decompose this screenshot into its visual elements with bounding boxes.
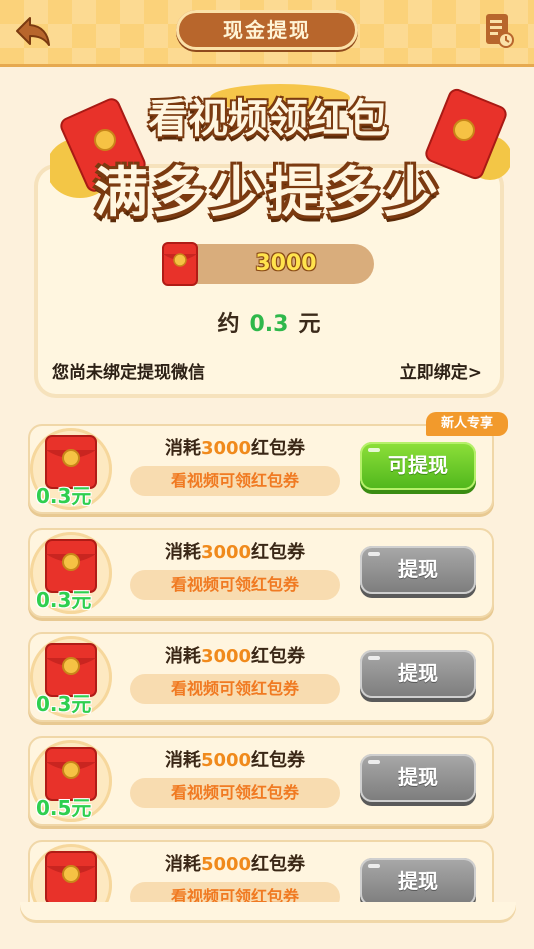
item-amount: 0.3元	[36, 588, 92, 612]
back-arrow-icon[interactable]	[14, 12, 52, 50]
withdraw-button[interactable]: 提现	[360, 650, 476, 698]
item-amount: 0.5元	[36, 796, 92, 820]
consume-suffix: 红包券	[251, 854, 306, 875]
bind-now-link[interactable]: 立即绑定>	[400, 358, 482, 383]
watch-video-hint[interactable]: 看视频可领红包券	[130, 778, 340, 808]
approx-cash: 约 0.3 元	[38, 306, 500, 338]
item-amount: 0.3元	[36, 692, 92, 716]
withdraw-button[interactable]: 可提现	[360, 442, 476, 490]
consume-number: 5000	[200, 750, 252, 771]
list-bottom-edge	[20, 902, 516, 920]
watch-video-hint[interactable]: 看视频可领红包券	[130, 882, 340, 904]
withdraw-item: 0.3元 消耗3000红包券 看视频可领红包券 可提现 新人专享	[28, 412, 508, 514]
withdraw-button-label: 提现	[398, 661, 438, 685]
consume-prefix: 消耗	[164, 542, 201, 563]
balance-bar: 3000	[162, 242, 374, 286]
new-user-tag: 新人专享	[426, 412, 508, 436]
withdraw-button[interactable]: 提现	[360, 546, 476, 594]
approx-prefix: 约	[217, 312, 240, 337]
red-envelope-icon	[162, 242, 198, 286]
watch-video-hint[interactable]: 看视频可领红包券	[130, 570, 340, 600]
item-consume: 消耗5000红包券	[130, 746, 340, 772]
item-consume: 消耗5000红包券	[130, 850, 340, 876]
consume-prefix: 消耗	[164, 750, 201, 771]
withdraw-item: 0.5元 消耗5000红包券 看视频可领红包券 提现	[28, 840, 494, 904]
item-amount: 0.3元	[36, 484, 92, 508]
banner-title-line1: 看视频领红包	[148, 96, 388, 142]
consume-number: 3000	[200, 438, 252, 459]
item-consume: 消耗3000红包券	[130, 538, 340, 564]
banner: 看视频领红包 满多少提多少	[20, 78, 516, 238]
coupon-balance: 3000	[255, 251, 317, 276]
approx-unit: 元	[298, 312, 321, 337]
item-consume: 消耗3000红包券	[130, 642, 340, 668]
consume-suffix: 红包券	[251, 646, 306, 667]
consume-prefix: 消耗	[164, 854, 201, 875]
page-title: 现金提现	[176, 10, 358, 50]
top-bar: 现金提现	[0, 0, 534, 67]
withdraw-item: 0.3元 消耗3000红包券 看视频可领红包券 提现	[28, 528, 494, 618]
consume-prefix: 消耗	[164, 438, 201, 459]
watch-video-hint[interactable]: 看视频可领红包券	[130, 466, 340, 496]
item-consume: 消耗3000红包券	[130, 434, 340, 460]
consume-number: 5000	[200, 854, 252, 875]
withdraw-list: 0.3元 消耗3000红包券 看视频可领红包券 可提现 新人专享 0.3元 消耗…	[20, 404, 516, 904]
withdraw-item: 0.3元 消耗3000红包券 看视频可领红包券 提现	[28, 632, 494, 722]
withdraw-button[interactable]: 提现	[360, 754, 476, 802]
withdraw-record-icon[interactable]	[484, 12, 514, 48]
watch-video-hint[interactable]: 看视频可领红包券	[130, 674, 340, 704]
banner-title-line2: 满多少提多少	[94, 161, 442, 224]
wechat-unbound-note: 您尚未绑定提现微信	[52, 363, 205, 383]
consume-suffix: 红包券	[251, 750, 306, 771]
withdraw-button[interactable]: 提现	[360, 858, 476, 904]
consume-suffix: 红包券	[251, 542, 306, 563]
consume-suffix: 红包券	[251, 438, 306, 459]
consume-number: 3000	[200, 646, 252, 667]
approx-amount: 0.3	[249, 312, 289, 337]
consume-prefix: 消耗	[164, 646, 201, 667]
consume-number: 3000	[200, 542, 252, 563]
withdraw-button-label: 提现	[398, 869, 438, 893]
withdraw-button-label: 提现	[398, 557, 438, 581]
withdraw-button-label: 提现	[398, 765, 438, 789]
withdraw-item: 0.5元 消耗5000红包券 看视频可领红包券 提现	[28, 736, 494, 826]
withdraw-button-label: 可提现	[388, 453, 448, 477]
